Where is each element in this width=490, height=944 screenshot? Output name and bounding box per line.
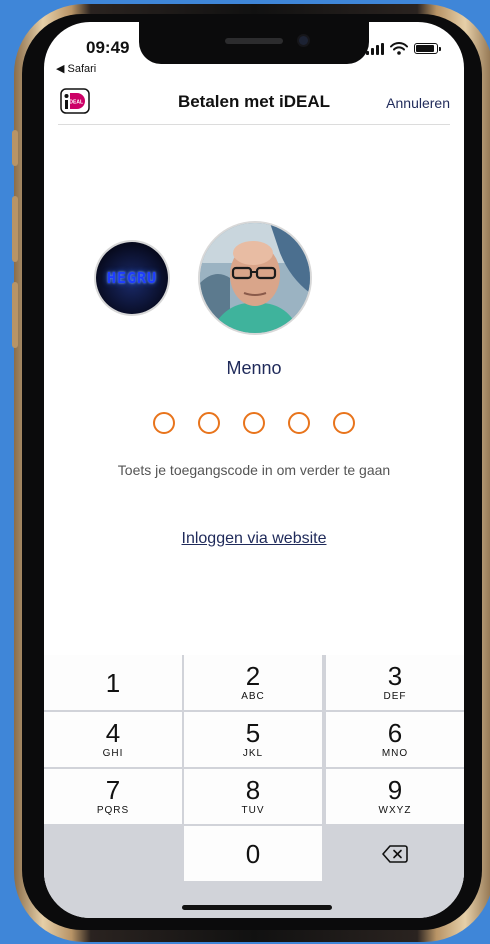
key-letters: TUV — [241, 805, 265, 816]
key-digit: 8 — [245, 775, 261, 805]
key-digit: 2 — [245, 661, 261, 691]
login-via-website-link[interactable]: Inloggen via website — [44, 530, 464, 548]
speaker — [225, 38, 283, 44]
key-letters: WXYZ — [378, 805, 412, 816]
key-empty — [44, 826, 182, 881]
user-name: Menno — [226, 358, 282, 378]
key-5[interactable]: 5 JKL — [184, 712, 322, 767]
numeric-keypad: 1 2 ABC 3 DEF 4 GHI 5 JKL 6 MNO 7 PQRS 8… — [44, 655, 464, 885]
passcode-prompt: Toets je toegangscode in om verder te ga… — [117, 462, 391, 478]
key-digit: 0 — [245, 838, 261, 869]
key-digit: 4 — [105, 718, 121, 748]
key-letters: ABC — [241, 691, 265, 702]
merchant-avatar: HEGRU — [96, 242, 168, 314]
pin-dot — [153, 412, 175, 434]
key-digit: 6 — [387, 718, 403, 748]
pin-dot — [198, 412, 220, 434]
volume-down-button — [12, 282, 18, 348]
pin-dot — [243, 412, 265, 434]
battery-icon — [414, 43, 441, 54]
backspace-icon — [382, 844, 408, 863]
silent-switch — [12, 130, 18, 166]
key-letters: DEF — [383, 691, 407, 702]
keypad-footer — [44, 885, 464, 918]
key-8[interactable]: 8 TUV — [184, 769, 322, 824]
key-3[interactable]: 3 DEF — [326, 655, 464, 710]
navbar: iDEAL Betalen met iDEAL Annuleren — [44, 84, 464, 126]
status-icons — [366, 42, 441, 55]
key-letters: GHI — [102, 748, 124, 759]
key-letters: JKL — [242, 748, 264, 759]
home-indicator[interactable] — [182, 905, 332, 910]
key-digit: 1 — [105, 667, 121, 698]
key-letters: MNO — [381, 748, 409, 759]
status-time: 09:49 — [86, 38, 130, 57]
user-avatar — [200, 223, 310, 333]
cancel-button[interactable]: Annuleren — [386, 95, 450, 111]
phone-screen: 09:49 ◀ Safari iDEAL Betalen met iDEAL A… — [44, 22, 464, 918]
user-photo — [200, 223, 310, 333]
back-to-safari-link[interactable]: ◀ Safari — [56, 62, 96, 75]
key-6[interactable]: 6 MNO — [326, 712, 464, 767]
key-7[interactable]: 7 PQRS — [44, 769, 182, 824]
volume-up-button — [12, 196, 18, 262]
front-camera — [299, 36, 308, 45]
key-1[interactable]: 1 — [44, 655, 182, 710]
key-0[interactable]: 0 — [184, 826, 322, 881]
signal-icon — [366, 42, 384, 55]
backspace-button[interactable] — [326, 826, 464, 881]
key-digit: 7 — [105, 775, 121, 805]
pin-dot — [333, 412, 355, 434]
key-4[interactable]: 4 GHI — [44, 712, 182, 767]
notch — [139, 22, 369, 64]
merchant-logo-text: HEGRU — [106, 269, 158, 287]
navbar-divider — [58, 124, 450, 125]
key-digit: 3 — [387, 661, 403, 691]
pin-indicator — [44, 412, 464, 434]
key-2[interactable]: 2 ABC — [184, 655, 322, 710]
key-digit: 9 — [387, 775, 403, 805]
wifi-icon — [390, 42, 408, 55]
key-digit: 5 — [245, 718, 261, 748]
pin-dot — [288, 412, 310, 434]
key-letters: PQRS — [96, 805, 130, 816]
key-9[interactable]: 9 WXYZ — [326, 769, 464, 824]
